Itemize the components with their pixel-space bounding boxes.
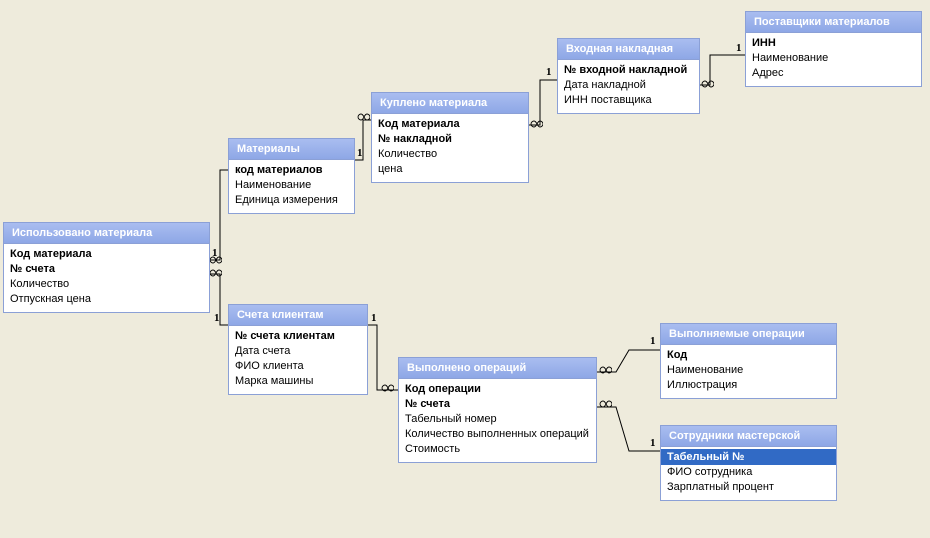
- table-fields: ИНН Наименование Адрес: [746, 33, 921, 86]
- field: Наименование: [235, 178, 348, 193]
- rel-inf: [357, 113, 370, 124]
- field: Адрес: [752, 66, 915, 81]
- table-title: Входная накладная: [558, 39, 699, 60]
- field: Дата накладной: [564, 78, 693, 93]
- rel-one: 1: [546, 66, 552, 78]
- table-operations-done[interactable]: Выполнено операций Код операции № счета …: [398, 357, 597, 463]
- table-incoming-invoice[interactable]: Входная накладная № входной накладной Да…: [557, 38, 700, 114]
- field: ИНН: [752, 36, 915, 51]
- rel-one: 1: [650, 437, 656, 449]
- table-fields: Табельный № ФИО сотрудника Зарплатный пр…: [661, 447, 836, 500]
- field: Количество: [378, 147, 522, 162]
- field: Стоимость: [405, 442, 590, 457]
- table-title: Поставщики материалов: [746, 12, 921, 33]
- rel-one: 1: [357, 147, 363, 159]
- rel-one: 1: [650, 335, 656, 347]
- table-employees[interactable]: Сотрудники мастерской Табельный № ФИО со…: [660, 425, 837, 501]
- table-fields: Код материала № накладной Количество цен…: [372, 114, 528, 182]
- table-suppliers[interactable]: Поставщики материалов ИНН Наименование А…: [745, 11, 922, 87]
- field: Количество: [10, 277, 203, 292]
- erd-canvas: 1 1 1 1 1 1 1 1 Использовано материала К…: [0, 0, 930, 538]
- rel-inf: [530, 120, 543, 131]
- table-title: Выполнено операций: [399, 358, 596, 379]
- table-fields: № входной накладной Дата накладной ИНН п…: [558, 60, 699, 113]
- field: № накладной: [378, 132, 522, 147]
- field: № входной накладной: [564, 63, 693, 78]
- table-materials[interactable]: Материалы код материалов Наименование Ед…: [228, 138, 355, 214]
- field: № счета клиентам: [235, 329, 361, 344]
- field: ФИО сотрудника: [667, 465, 830, 480]
- rel-inf: [381, 384, 394, 395]
- field-selected[interactable]: Табельный №: [661, 449, 836, 465]
- table-fields: № счета клиентам Дата счета ФИО клиента …: [229, 326, 367, 394]
- field: Табельный номер: [405, 412, 590, 427]
- field: № счета: [405, 397, 590, 412]
- rel-one: 1: [371, 312, 377, 324]
- field: Марка машины: [235, 374, 361, 389]
- field: № счета: [10, 262, 203, 277]
- field: Иллюстрация: [667, 378, 830, 393]
- field: Код операции: [405, 382, 590, 397]
- rel-inf: [599, 366, 612, 377]
- rel-inf: [209, 256, 222, 267]
- table-fields: Код операции № счета Табельный номер Кол…: [399, 379, 596, 462]
- field: Единица измерения: [235, 193, 348, 208]
- rel-inf: [599, 400, 612, 411]
- table-title: Сотрудники мастерской: [661, 426, 836, 447]
- table-fields: Код материала № счета Количество Отпускн…: [4, 244, 209, 312]
- table-client-accounts[interactable]: Счета клиентам № счета клиентам Дата сче…: [228, 304, 368, 395]
- rel-inf: [209, 269, 222, 280]
- table-title: Материалы: [229, 139, 354, 160]
- table-title: Выполняемые операции: [661, 324, 836, 345]
- rel-one: 1: [736, 42, 742, 54]
- table-title: Счета клиентам: [229, 305, 367, 326]
- table-title: Использовано материала: [4, 223, 209, 244]
- field: Зарплатный процент: [667, 480, 830, 495]
- table-fields: Код Наименование Иллюстрация: [661, 345, 836, 398]
- table-fields: код материалов Наименование Единица изме…: [229, 160, 354, 213]
- field: ИНН поставщика: [564, 93, 693, 108]
- field: Наименование: [667, 363, 830, 378]
- field: Код: [667, 348, 830, 363]
- field: Дата счета: [235, 344, 361, 359]
- rel-inf: [701, 80, 714, 91]
- table-used-material[interactable]: Использовано материала Код материала № с…: [3, 222, 210, 313]
- field: ФИО клиента: [235, 359, 361, 374]
- field: Отпускная цена: [10, 292, 203, 307]
- table-title: Куплено материала: [372, 93, 528, 114]
- rel-one: 1: [214, 312, 220, 324]
- table-operations[interactable]: Выполняемые операции Код Наименование Ил…: [660, 323, 837, 399]
- field: Код материала: [10, 247, 203, 262]
- field: код материалов: [235, 163, 348, 178]
- field: Наименование: [752, 51, 915, 66]
- field: цена: [378, 162, 522, 177]
- field: Код материала: [378, 117, 522, 132]
- field: Количество выполненных операций: [405, 427, 590, 442]
- table-bought-material[interactable]: Куплено материала Код материала № наклад…: [371, 92, 529, 183]
